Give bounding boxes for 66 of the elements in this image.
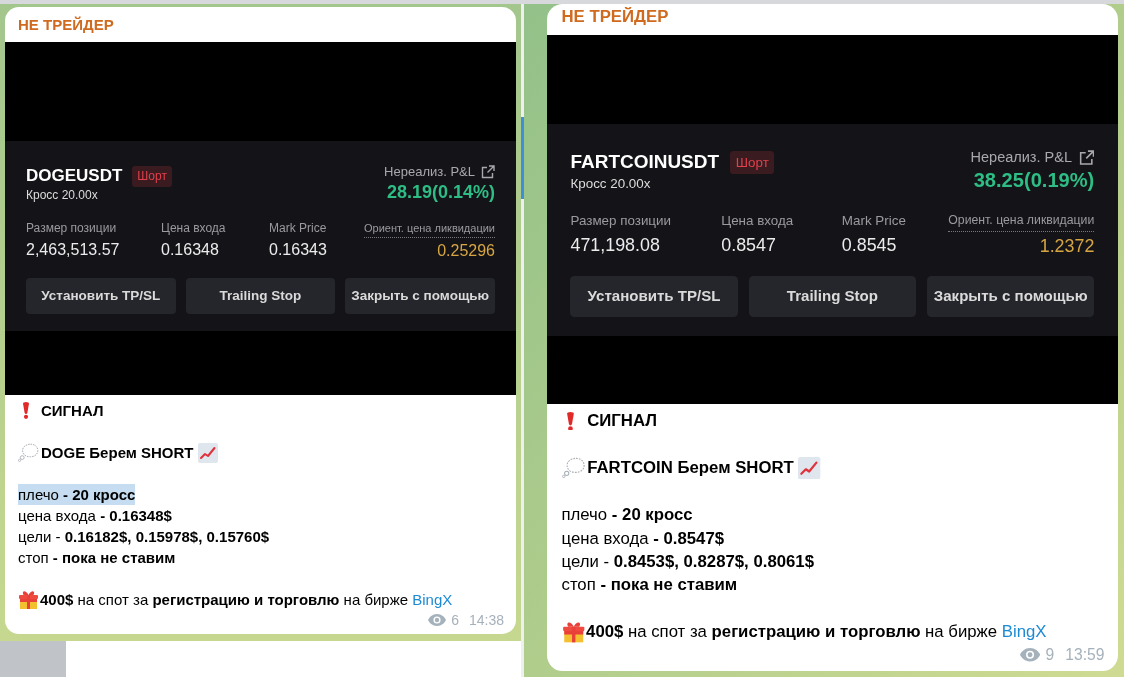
margin-mode-text: Кросс 20.00x	[26, 187, 98, 203]
stat-value: 0.16348	[161, 240, 219, 260]
pnl-value: 28.19(0.14%)	[386, 181, 495, 204]
signal-line: стоп - пока не ставим	[18, 548, 176, 568]
external-link-icon	[1078, 150, 1095, 166]
signal-line: цели - 0.8453$, 0.8287$, 0.8061$	[561, 551, 814, 573]
external-link-icon	[481, 165, 495, 179]
margin-mode-text: Кросс 20.00x	[570, 174, 651, 193]
stat-label: Цена входа	[161, 220, 226, 236]
pnl-label: Нереализ. P&L	[384, 164, 475, 180]
stat-value: 1.2372	[1039, 234, 1095, 258]
side-tag: Шорт	[132, 165, 172, 187]
promo-text: 400$ на спот за регистрацию и торговлю на бирже BingX	[40, 590, 453, 610]
channel-name: НЕ ТРЕЙДЕР	[18, 15, 114, 35]
thought-bubble-icon	[561, 457, 585, 479]
stat-value: 0.8547	[721, 233, 776, 257]
eye-icon	[1019, 648, 1040, 662]
signal-line: цена входа - 0.8547$	[561, 527, 724, 550]
view-count: 6	[451, 611, 459, 630]
chart-icon	[798, 456, 821, 480]
side-tag: Шорт	[730, 150, 775, 175]
stat-value: 0.16343	[269, 240, 327, 260]
stat-label: Размер позиции	[26, 220, 117, 236]
action-button[interactable]: Закрыть с помощью	[345, 278, 495, 314]
promo-text: 400$ на спот за регистрацию и торговлю на бирже BingX	[586, 621, 1047, 644]
action-button[interactable]: Закрыть с помощью	[927, 276, 1095, 317]
stat-label: Цена входа	[721, 211, 794, 230]
action-button[interactable]: Trailing Stop	[185, 278, 336, 314]
eye-icon	[428, 614, 447, 626]
signal-line: цена входа - 0.16348$	[18, 506, 172, 526]
pnl-value: 38.25(0.19%)	[973, 168, 1095, 194]
chart-icon	[197, 442, 218, 463]
exclamation-icon	[22, 402, 30, 419]
gift-icon	[561, 620, 585, 644]
stat-value: 2,463,513.57	[26, 240, 120, 260]
exchange-link[interactable]: BingX	[412, 591, 453, 608]
stat-label: Mark Price	[841, 211, 906, 230]
action-button[interactable]: Установить TP/SL	[570, 276, 738, 317]
signal-line: стоп - пока не ставим	[561, 574, 738, 597]
headline-text: FARTCOIN Берем SHORT	[587, 457, 794, 480]
stat-value: 471,198.08	[570, 233, 660, 257]
message-time: 13:59	[1065, 644, 1105, 665]
symbol-label: DOGEUSDT	[26, 165, 123, 187]
stat-label: Ориент. цена ликвидации	[364, 220, 495, 238]
action-button[interactable]: Установить TP/SL	[26, 278, 176, 314]
panel-fragment	[0, 641, 66, 677]
view-count: 9	[1045, 644, 1055, 665]
channel-name: НЕ ТРЕЙДЕР	[561, 6, 669, 29]
stat-value: 0.8545	[841, 233, 897, 257]
signal-title: СИГНАЛ	[587, 410, 657, 433]
stat-label: Mark Price	[269, 220, 327, 236]
thought-bubble-icon	[18, 443, 39, 462]
stat-value: 0.25296	[437, 241, 495, 261]
exclamation-icon	[565, 411, 575, 431]
signal-line: плечо - 20 кросс	[561, 504, 693, 527]
symbol-label: FARTCOINUSDT	[570, 150, 720, 175]
pnl-label: Нереализ. P&L	[970, 149, 1072, 168]
stat-label: Размер позиции	[570, 211, 671, 230]
gift-icon	[18, 589, 39, 610]
stat-label: Ориент. цена ликвидации	[948, 211, 1095, 232]
signal-line: цели - 0.16182$, 0.15978$, 0.15760$	[18, 527, 270, 547]
signal-title: СИГНАЛ	[41, 401, 104, 421]
message-time: 14:38	[468, 611, 504, 630]
action-button[interactable]: Trailing Stop	[748, 276, 916, 317]
exchange-link[interactable]: BingX	[1001, 622, 1047, 642]
headline-text: DOGE Берем SHORT	[41, 443, 194, 463]
